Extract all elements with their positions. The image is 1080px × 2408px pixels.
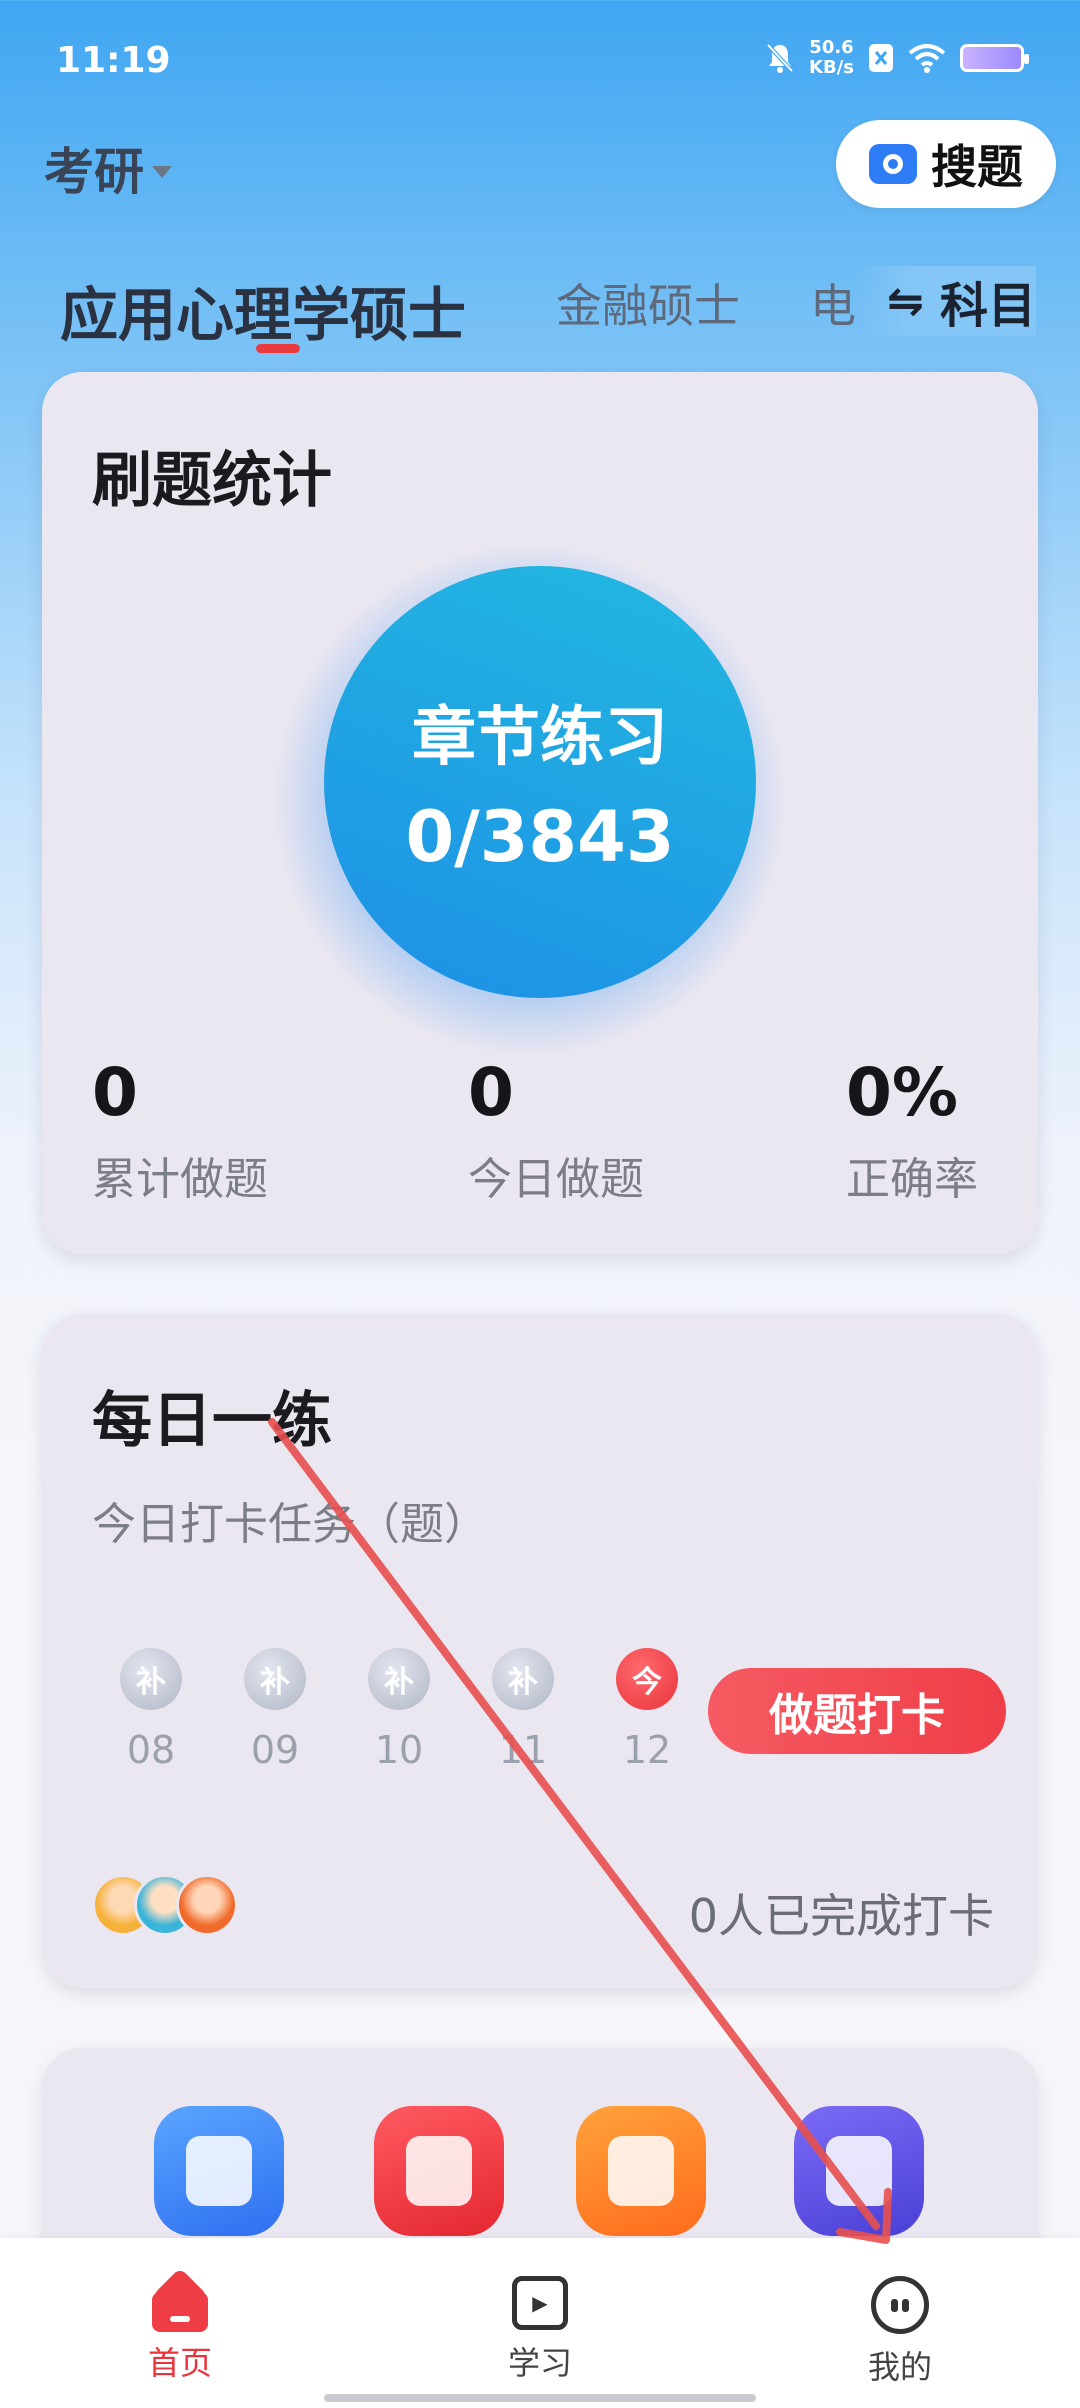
report-tool-icon[interactable] xyxy=(794,2106,924,2236)
report-tool-glyph xyxy=(826,2136,892,2206)
makeup-badge: 补 xyxy=(244,1648,306,1710)
tab-finance[interactable]: 金融硕士 xyxy=(556,270,740,336)
wrong-questions-tool-icon[interactable] xyxy=(374,2106,504,2236)
net-speed: 50.6 KB/s xyxy=(809,37,854,78)
daily-practice-card[interactable]: 每日一练 今日打卡任务（题） 补 08 补 09 补 10 补 11 今 12 … xyxy=(42,1314,1038,1988)
chapter-practice-label: 章节练习 xyxy=(412,701,668,775)
daily-card-title: 每日一练 xyxy=(92,1386,332,1456)
checkin-button[interactable]: 做题打卡 xyxy=(708,1668,1006,1754)
gesture-bar xyxy=(324,2394,756,2402)
day-number: 08 xyxy=(126,1728,176,1772)
stat-accuracy-label: 正确率 xyxy=(846,1154,978,1205)
day-number: 09 xyxy=(250,1728,300,1772)
subject-switch-button[interactable]: ⇋ 科目 xyxy=(857,266,1036,336)
nav-me[interactable]: 我的 xyxy=(820,2276,980,2388)
day-item[interactable]: 补 09 xyxy=(240,1648,310,1772)
stat-total-label: 累计做题 xyxy=(92,1154,268,1205)
sim-x-icon xyxy=(869,44,893,72)
stat-total: 0 累计做题 xyxy=(92,1054,268,1207)
exam-type-label: 考研 xyxy=(44,143,144,201)
stat-today: 0 今日做题 xyxy=(468,1054,644,1207)
day-item[interactable]: 补 10 xyxy=(364,1648,434,1772)
practice-stats-card: 刷题统计 章节练习 0/3843 0 累计做题 0 今日做题 0% 正确率 xyxy=(42,372,1038,1254)
day-number: 11 xyxy=(498,1728,548,1772)
chapter-practice-button[interactable]: 章节练习 0/3843 xyxy=(324,566,756,998)
search-button-label: 搜题 xyxy=(931,140,1023,194)
stats-card-title: 刷题统计 xyxy=(92,446,332,516)
notes-tool-icon[interactable] xyxy=(154,2106,284,2236)
nav-home[interactable]: 首页 xyxy=(100,2276,260,2384)
day-number: 12 xyxy=(622,1728,672,1772)
nav-home-label: 首页 xyxy=(147,2344,212,2382)
nav-study-label: 学习 xyxy=(507,2344,572,2382)
makeup-badge: 补 xyxy=(492,1648,554,1710)
favorites-folder-glyph xyxy=(608,2136,674,2206)
nav-study[interactable]: ▶ 学习 xyxy=(460,2276,620,2384)
day-item[interactable]: 补 11 xyxy=(488,1648,558,1772)
status-icons: 50.6 KB/s xyxy=(765,37,1029,78)
notes-tool-glyph xyxy=(186,2136,252,2206)
day-number: 10 xyxy=(374,1728,424,1772)
stat-total-value: 0 xyxy=(92,1054,138,1131)
stat-accuracy-value: 0% xyxy=(846,1054,959,1131)
exam-type-selector[interactable]: 考研 xyxy=(44,132,172,204)
study-icon: ▶ xyxy=(512,2276,568,2330)
stat-today-label: 今日做题 xyxy=(468,1154,644,1205)
avatar-group xyxy=(92,1874,238,1936)
home-icon xyxy=(152,2276,208,2332)
favorites-folder-tool-icon[interactable] xyxy=(576,2106,706,2236)
caret-down-icon xyxy=(152,166,172,178)
bottom-nav: 首页 ▶ 学习 我的 xyxy=(0,2238,1080,2408)
active-tab-indicator xyxy=(256,344,300,353)
tab-partial[interactable]: 电 xyxy=(810,270,856,336)
avatar xyxy=(176,1874,238,1936)
day-item[interactable]: 补 08 xyxy=(116,1648,186,1772)
bell-off-icon xyxy=(766,43,794,73)
wrong-questions-glyph xyxy=(406,2136,472,2206)
nav-me-label: 我的 xyxy=(867,2348,932,2386)
stat-accuracy: 0% 正确率 xyxy=(846,1054,978,1207)
stat-today-value: 0 xyxy=(468,1054,514,1131)
makeup-badge: 补 xyxy=(120,1648,182,1710)
status-time: 11:19 xyxy=(56,40,171,81)
today-badge: 今 xyxy=(616,1648,678,1710)
battery-icon xyxy=(960,44,1029,72)
makeup-badge: 补 xyxy=(368,1648,430,1710)
checkin-count: 0人已完成打卡 xyxy=(688,1889,994,1943)
camera-icon xyxy=(869,144,917,184)
tab-applied-psychology[interactable]: 应用心理学硕士 xyxy=(60,268,466,352)
daily-card-subtitle: 今日打卡任务（题） xyxy=(92,1499,488,1550)
chapter-practice-progress: 0/3843 xyxy=(405,796,675,878)
swap-icon: ⇋ xyxy=(887,275,924,327)
me-icon xyxy=(871,2276,929,2334)
day-item-today[interactable]: 今 12 xyxy=(612,1648,682,1772)
search-question-button[interactable]: 搜题 xyxy=(836,120,1056,208)
wifi-icon xyxy=(908,44,946,73)
subject-switch-label: 科目 xyxy=(939,278,1036,334)
